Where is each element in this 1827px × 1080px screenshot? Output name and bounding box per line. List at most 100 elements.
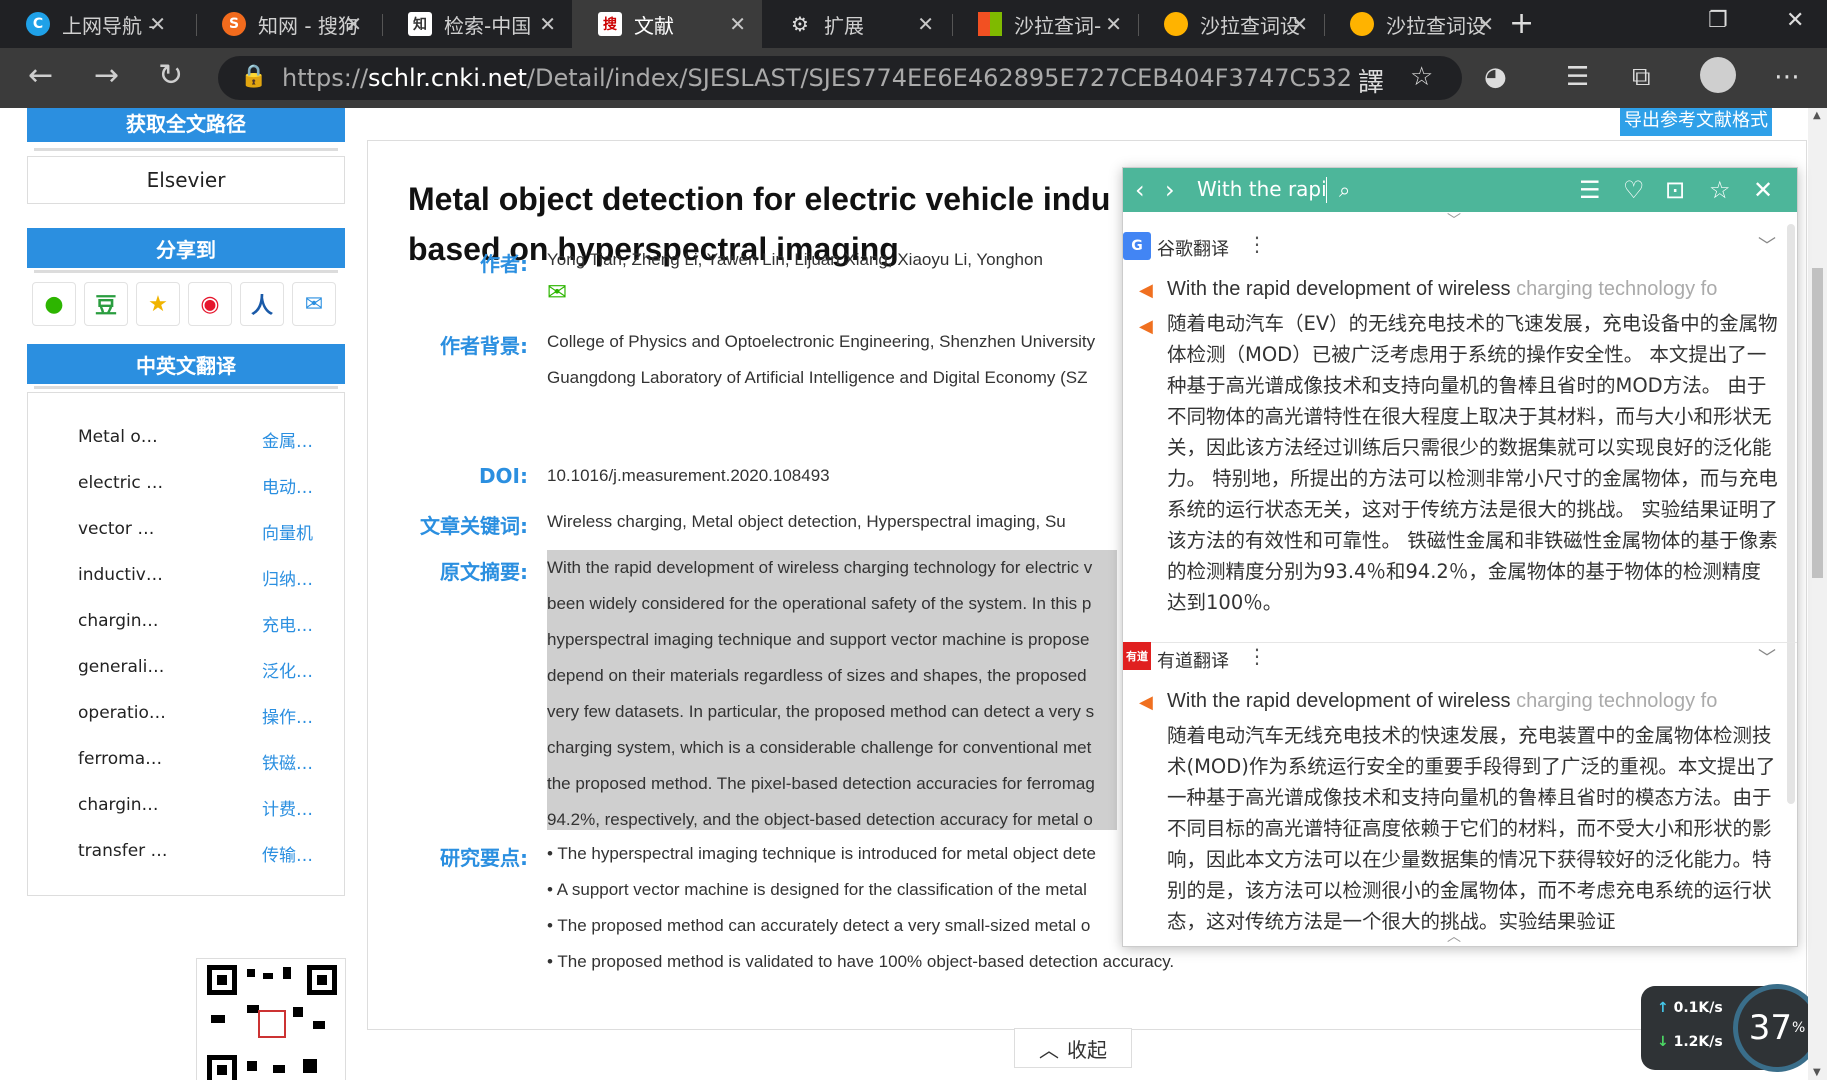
back-arrow-icon[interactable]: ‹ (1135, 176, 1145, 204)
close-icon[interactable]: ✕ (539, 12, 556, 36)
tab-navigation[interactable]: C 上网导航 - ✕ (0, 0, 182, 48)
tab-cnki-search[interactable]: 知 检索-中国 ✕ (382, 0, 572, 48)
term-zh[interactable]: 传输… (262, 841, 313, 866)
more-options-icon[interactable]: ⋮ (1247, 232, 1267, 256)
url-host: schlr.cnki.net (368, 64, 527, 92)
scroll-thumb[interactable] (1812, 268, 1823, 578)
favorites-list-icon[interactable]: ☰ (1566, 62, 1589, 92)
popup-search-input[interactable]: With the rapid (1197, 177, 1327, 203)
term-en: chargin… (78, 611, 159, 631)
page-scrollbar[interactable]: ▲ ▼ (1808, 108, 1827, 1080)
percent-value: 37 (1748, 1008, 1792, 1048)
email-icon[interactable]: ✉ (547, 278, 567, 307)
tab-title: 沙拉查词- (1014, 13, 1102, 38)
term-zh[interactable]: 操作… (262, 703, 313, 728)
more-menu-icon[interactable]: ⋯ (1774, 62, 1800, 92)
wechat-icon[interactable]: ● (32, 282, 76, 326)
close-icon[interactable]: ✕ (917, 12, 934, 36)
scroll-up-arrow-icon[interactable]: ▲ (1813, 110, 1821, 121)
tab-saladict-2[interactable]: 沙拉查词设 ✕ (1138, 0, 1324, 48)
scroll-down-arrow-icon[interactable]: ▼ (1813, 1067, 1821, 1078)
saladict-extension-icon[interactable]: ◕ (1484, 62, 1507, 92)
favorite-icon[interactable]: ★ (136, 282, 180, 326)
term-zh[interactable]: 电动… (262, 473, 313, 498)
translation-row[interactable]: operatio… 操作… (78, 703, 348, 728)
menu-icon[interactable]: ☰ (1579, 176, 1601, 204)
weibo-icon[interactable]: ◉ (188, 282, 232, 326)
abstract-line: depend on their materials regardless of … (547, 666, 1087, 685)
collapse-button[interactable]: ︿ 收起 (1014, 1028, 1132, 1068)
tab-sogou[interactable]: S 知网 - 搜狗 ✕ (196, 0, 378, 48)
douban-icon[interactable]: 豆 (84, 282, 128, 326)
memory-percent: 37% (1733, 984, 1808, 1072)
translation-row[interactable]: inductiv… 归纳… (78, 565, 348, 590)
close-icon[interactable]: ✕ (345, 12, 362, 36)
new-tab-button[interactable]: + (1509, 6, 1534, 41)
abstract-line: hyperspectral imaging technique and supp… (547, 630, 1090, 649)
term-zh[interactable]: 向量机 (262, 519, 313, 544)
translation-row[interactable]: vector … 向量机 (78, 519, 348, 544)
divider (34, 386, 338, 389)
forward-arrow-icon[interactable]: › (1165, 176, 1175, 204)
restore-window-icon[interactable]: ❐ (1708, 8, 1728, 33)
term-zh[interactable]: 充电… (262, 611, 313, 636)
translation-row[interactable]: transfer … 传输… (78, 841, 348, 866)
keywords-value[interactable]: Wireless charging, Metal object detectio… (547, 512, 1066, 532)
doi-value[interactable]: 10.1016/j.measurement.2020.108493 (547, 466, 830, 486)
popup-header: ‹ › With the rapid ⌕ ☰ ♡ ⊡ ☆ ✕ (1123, 168, 1797, 212)
translation-row[interactable]: generali… 泛化… (78, 657, 348, 682)
speaker-icon[interactable]: ◀ (1139, 316, 1153, 337)
close-icon[interactable]: ✕ (729, 12, 746, 36)
export-citation-button[interactable]: 导出参考文献格式 (1620, 108, 1772, 136)
address-bar[interactable]: 🔒 https://schlr.cnki.net/Detail/index/SJ… (218, 56, 1462, 100)
tab-saladict-3[interactable]: 沙拉查词设 ✕ (1324, 0, 1510, 48)
search-icon[interactable]: ⌕ (1339, 178, 1350, 202)
favorite-star-icon[interactable]: ☆ (1410, 62, 1433, 92)
publisher-link[interactable]: Elsevier (27, 156, 345, 204)
back-button[interactable]: ← (28, 58, 53, 93)
close-icon[interactable]: ✕ (1753, 176, 1773, 204)
sou-icon: 搜 (598, 12, 622, 36)
collections-icon[interactable]: ⧉ (1632, 62, 1651, 93)
term-zh[interactable]: 归纳… (262, 565, 313, 590)
chevron-down-icon[interactable]: ﹀ (1758, 232, 1776, 258)
engine-name: 有道翻译 (1157, 651, 1229, 672)
refresh-button[interactable]: ↻ (158, 58, 183, 93)
renren-icon[interactable]: 人 (240, 282, 284, 326)
speaker-icon[interactable]: ◀ (1139, 280, 1153, 301)
close-icon[interactable]: ✕ (1105, 12, 1122, 36)
translation-row[interactable]: electric … 电动… (78, 473, 348, 498)
popup-scrollbar[interactable] (1787, 224, 1795, 804)
authors-value[interactable]: Yong Tian, Zheng Li, Yawen Lin, Lijuan X… (547, 250, 1043, 270)
bookmark-icon[interactable]: ⊡ (1665, 176, 1685, 204)
google-translation-result: 随着电动汽车（EV）的无线充电技术的飞速发展，充电设备中的金属物体检测（MOD）… (1167, 312, 1778, 614)
tab-extensions[interactable]: ⚙ 扩展 ✕ (762, 0, 950, 48)
term-zh[interactable]: 金属… (262, 427, 313, 452)
close-icon[interactable]: ✕ (1291, 12, 1308, 36)
term-zh[interactable]: 计费… (262, 795, 313, 820)
term-zh[interactable]: 泛化… (262, 657, 313, 682)
chevron-up-icon[interactable]: ︿ (1447, 926, 1461, 946)
network-speed-widget[interactable]: 0.1K/s 1.2K/s 37% (1641, 984, 1808, 1072)
mail-icon[interactable]: ✉ (292, 282, 336, 326)
forward-button[interactable]: → (94, 58, 119, 93)
chevron-down-icon[interactable]: ﹀ (1447, 210, 1461, 230)
more-options-icon[interactable]: ⋮ (1247, 644, 1267, 668)
abstract-text[interactable]: With the rapid development of wireless c… (547, 550, 1117, 830)
close-window-icon[interactable]: ✕ (1786, 8, 1804, 33)
term-zh[interactable]: 铁磁… (262, 749, 313, 774)
tab-saladict-1[interactable]: 沙拉查词- ✕ (952, 0, 1138, 48)
chevron-down-icon[interactable]: ﹀ (1758, 644, 1776, 670)
close-icon[interactable]: ✕ (149, 12, 166, 36)
pin-icon[interactable]: ☆ (1709, 176, 1731, 204)
translation-row[interactable]: ferroma… 铁磁… (78, 749, 348, 774)
close-icon[interactable]: ✕ (1477, 12, 1494, 36)
translate-page-icon[interactable]: 譯 (1358, 62, 1384, 99)
speaker-icon[interactable]: ◀ (1139, 692, 1153, 713)
translation-row[interactable]: chargin… 充电… (78, 611, 348, 636)
translation-row[interactable]: Metal o… 金属… (78, 427, 348, 452)
profile-avatar[interactable] (1700, 57, 1736, 93)
translation-row[interactable]: chargin… 计费… (78, 795, 348, 820)
heart-icon[interactable]: ♡ (1623, 176, 1645, 204)
tab-literature[interactable]: 搜 文献 ✕ (572, 0, 762, 48)
